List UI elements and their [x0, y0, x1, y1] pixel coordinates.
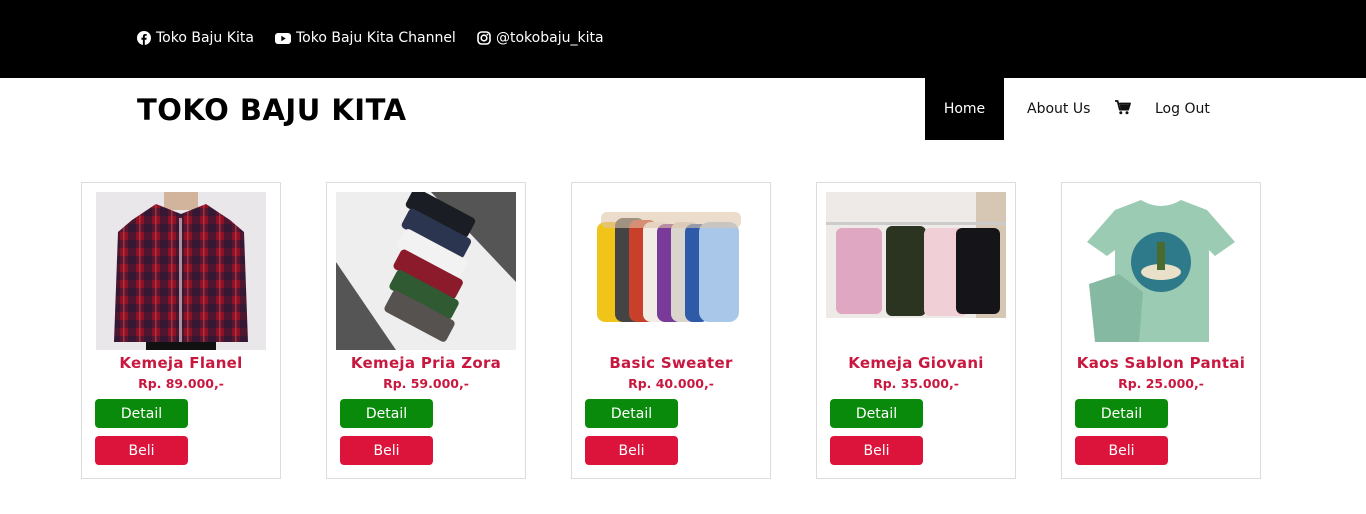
facebook-icon	[137, 31, 151, 45]
nav-home[interactable]: Home	[925, 78, 1004, 140]
product-price: Rp. 89.000,-	[138, 376, 224, 391]
product-name: Kemeja Pria Zora	[350, 354, 502, 372]
social-topbar: Toko Baju Kita Toko Baju Kita Channel @t…	[0, 0, 1366, 78]
product-image[interactable]	[336, 192, 516, 350]
youtube-link-label: Toko Baju Kita Channel	[296, 30, 456, 46]
facebook-link-label: Toko Baju Kita	[156, 30, 254, 46]
cart-icon	[1115, 99, 1131, 119]
instagram-icon	[477, 31, 491, 45]
buy-button[interactable]: Beli	[585, 436, 678, 465]
product-price: Rp. 35.000,-	[873, 376, 959, 391]
product-name: Kemeja Flanel	[119, 354, 243, 372]
instagram-link-label: @tokobaju_kita	[496, 30, 604, 46]
nav-about-us[interactable]: About Us	[1027, 78, 1090, 140]
buy-button[interactable]: Beli	[340, 436, 433, 465]
product-price: Rp. 59.000,-	[383, 376, 469, 391]
brand-title[interactable]: TOKO BAJU KITA	[137, 93, 407, 127]
product-card: Kemeja Giovani Rp. 35.000,- Detail Beli	[816, 182, 1016, 479]
buy-button[interactable]: Beli	[1075, 436, 1168, 465]
facebook-link[interactable]: Toko Baju Kita	[137, 30, 254, 46]
buy-button[interactable]: Beli	[830, 436, 923, 465]
youtube-icon	[275, 31, 291, 45]
product-name: Basic Sweater	[609, 354, 733, 372]
product-image[interactable]	[96, 192, 266, 350]
product-card: Basic Sweater Rp. 40.000,- Detail Beli	[571, 182, 771, 479]
detail-button[interactable]: Detail	[340, 399, 433, 428]
product-card: Kemeja Pria Zora Rp. 59.000,- Detail Bel…	[326, 182, 526, 479]
product-card: Kemeja Flanel Rp. 89.000,- Detail Beli	[81, 182, 281, 479]
detail-button[interactable]: Detail	[1075, 399, 1168, 428]
instagram-link[interactable]: @tokobaju_kita	[477, 30, 604, 46]
product-card: Kaos Sablon Pantai Rp. 25.000,- Detail B…	[1061, 182, 1261, 479]
product-price: Rp. 25.000,-	[1118, 376, 1204, 391]
detail-button[interactable]: Detail	[830, 399, 923, 428]
detail-button[interactable]: Detail	[585, 399, 678, 428]
nav-log-out[interactable]: Log Out	[1155, 78, 1210, 140]
nav-cart[interactable]	[1115, 78, 1131, 140]
product-image[interactable]	[826, 192, 1006, 350]
detail-button[interactable]: Detail	[95, 399, 188, 428]
product-image[interactable]	[1085, 192, 1237, 350]
product-price: Rp. 40.000,-	[628, 376, 714, 391]
product-name: Kemeja Giovani	[848, 354, 984, 372]
product-image[interactable]	[581, 192, 761, 350]
product-name: Kaos Sablon Pantai	[1076, 354, 1246, 372]
buy-button[interactable]: Beli	[95, 436, 188, 465]
youtube-link[interactable]: Toko Baju Kita Channel	[275, 30, 456, 46]
